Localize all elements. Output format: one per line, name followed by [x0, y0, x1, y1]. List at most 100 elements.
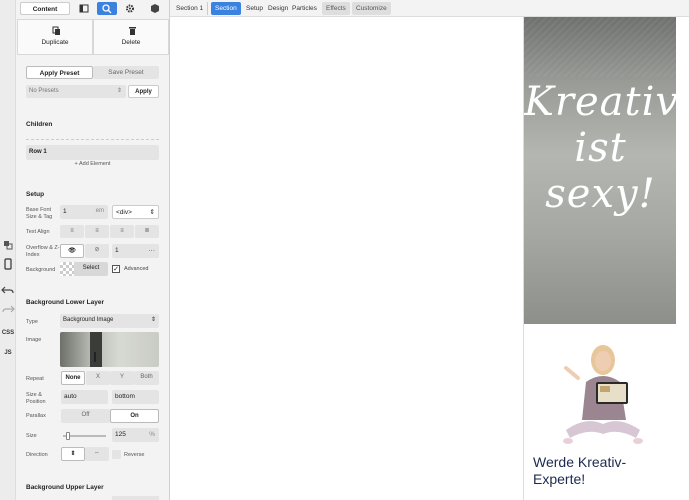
advanced-label: Advanced — [124, 266, 149, 272]
chevron-updown-icon: ⇕ — [150, 317, 156, 323]
arrow-leftright-icon: ⇔ — [94, 450, 100, 456]
settings-icon[interactable] — [122, 2, 138, 15]
base-font-input[interactable]: 1 em — [60, 205, 108, 219]
layout-toggle-icon[interactable] — [76, 2, 92, 15]
align-right-icon: ≡ — [120, 228, 124, 234]
tab-content[interactable]: Content — [20, 2, 70, 15]
search-icon[interactable] — [97, 2, 117, 15]
repeat-none-button[interactable]: None — [61, 371, 85, 385]
eye-icon: 👁 — [68, 248, 76, 254]
hero-headline: Werde Kreativ- Experte! — [533, 454, 673, 488]
repeat-y-button[interactable]: Y — [110, 371, 134, 385]
chevron-updown-icon: ⇕ — [116, 88, 122, 94]
add-element-button[interactable]: + Add Element — [26, 161, 159, 167]
texture-overlay — [524, 17, 676, 77]
direction-horizontal-button[interactable]: ⇔ — [85, 447, 109, 461]
reverse-label: Reverse — [124, 452, 145, 458]
overflow-label: Overflow & Z-Index — [26, 245, 60, 258]
css-button[interactable]: CSS — [0, 330, 16, 336]
redo-icon[interactable] — [0, 304, 16, 314]
background-select-button[interactable]: Select — [74, 262, 108, 276]
children-heading: Children — [26, 121, 53, 128]
breadcrumb[interactable]: Section 1 — [172, 2, 209, 15]
type-select-value: Background Image — [63, 317, 114, 323]
undo-icon[interactable] — [0, 285, 16, 295]
setup-heading: Setup — [26, 191, 45, 198]
upper-layer-field[interactable] — [112, 496, 159, 500]
repeat-label: Repeat — [26, 376, 44, 382]
align-center-button[interactable]: ≡ — [85, 225, 109, 238]
size-input[interactable]: auto — [61, 390, 108, 404]
upper-layer-heading: Background Upper Layer — [26, 484, 104, 491]
zindex-input[interactable]: 1 ··· — [112, 244, 159, 258]
duplicate-button[interactable]: Duplicate — [17, 19, 93, 55]
position-input[interactable]: bottom — [112, 390, 159, 404]
child-row-item[interactable]: Row 1 — [26, 145, 159, 160]
direction-label: Direction — [26, 452, 48, 458]
size2-input[interactable]: 125 % — [112, 428, 159, 442]
background-image-thumbnail[interactable] — [60, 332, 159, 367]
overflow-hidden-button[interactable]: ⊘ — [85, 244, 109, 258]
thumbnail-door — [90, 332, 102, 367]
align-right-button[interactable]: ≡ — [110, 225, 134, 238]
color-swatch[interactable] — [60, 262, 74, 276]
apply-preset-button[interactable]: Apply — [128, 85, 159, 98]
repeat-x-button[interactable]: X — [86, 371, 110, 385]
tab-particles[interactable]: Particles — [288, 2, 321, 15]
size2-label: Size — [26, 433, 37, 439]
top-toolbar: Section 1 Section Setup Design Particles… — [170, 0, 689, 17]
duplicate-label: Duplicate — [41, 39, 69, 46]
delete-button[interactable]: Delete — [93, 19, 169, 55]
hero-background-image: Kreativ ist sexy! — [524, 17, 676, 324]
more-icon[interactable]: ··· — [149, 244, 156, 257]
cube-icon[interactable] — [147, 2, 163, 15]
parallax-on-button[interactable]: On — [110, 409, 159, 423]
reverse-checkbox[interactable] — [112, 450, 121, 459]
base-font-value: 1 — [63, 208, 67, 215]
divider — [26, 139, 159, 140]
background-label: Background — [26, 267, 56, 273]
zindex-value: 1 — [115, 247, 119, 254]
hero-line-2: ist — [574, 125, 627, 171]
tag-select-value: <div> — [116, 209, 132, 216]
direction-vertical-button[interactable]: ⇕ — [61, 447, 85, 461]
base-font-unit: em — [95, 208, 104, 214]
slider-thumb[interactable] — [66, 432, 71, 440]
headline-line-1: Werde Kreativ- — [533, 454, 627, 470]
js-button[interactable]: JS — [0, 350, 16, 356]
preview-section: Kreativ ist sexy! Werde Kreativ- Experte… — [523, 17, 676, 500]
mobile-icon[interactable] — [0, 258, 16, 270]
parallax-size-slider[interactable] — [63, 432, 106, 440]
overflow-visible-button[interactable]: 👁 — [60, 244, 84, 258]
align-justify-button[interactable]: ≣ — [135, 225, 159, 238]
hero-script-text: Kreativ ist sexy! — [524, 79, 676, 217]
type-label: Type — [26, 319, 38, 325]
person-photo — [556, 342, 644, 447]
multi-select-icon[interactable] — [0, 240, 16, 250]
tab-customize[interactable]: Customize — [352, 2, 391, 15]
align-left-icon: ≡ — [70, 228, 74, 234]
tab-effects[interactable]: Effects — [322, 2, 350, 15]
parallax-off-button[interactable]: Off — [61, 409, 110, 423]
thumbnail-figure — [94, 352, 96, 362]
tab-section[interactable]: Section — [211, 2, 241, 15]
tag-select[interactable]: <div> ⇕ — [112, 205, 159, 219]
delete-label: Delete — [121, 39, 141, 46]
type-select[interactable]: Background Image ⇕ — [60, 314, 159, 328]
parallax-label: Parallax — [26, 413, 46, 419]
hero-line-3: sexy! — [545, 171, 656, 217]
hero-line-1: Kreativ — [524, 79, 676, 125]
base-font-label: Base Font Size & Tag — [26, 207, 53, 220]
arrow-updown-icon: ⇕ — [70, 451, 76, 457]
align-left-button[interactable]: ≡ — [60, 225, 84, 238]
text-align-label: Text Align — [26, 229, 50, 235]
preset-select[interactable]: No Presets ⇕ — [26, 85, 126, 98]
image-label: Image — [26, 337, 42, 343]
size2-value: 125 — [115, 431, 126, 438]
size2-unit: % — [149, 431, 155, 438]
advanced-checkbox[interactable]: ✓ — [112, 265, 120, 273]
apply-preset-tab[interactable]: Apply Preset — [26, 66, 93, 79]
duplicate-icon — [18, 26, 92, 36]
repeat-both-button[interactable]: Both — [134, 371, 159, 385]
save-preset-tab[interactable]: Save Preset — [93, 66, 159, 79]
